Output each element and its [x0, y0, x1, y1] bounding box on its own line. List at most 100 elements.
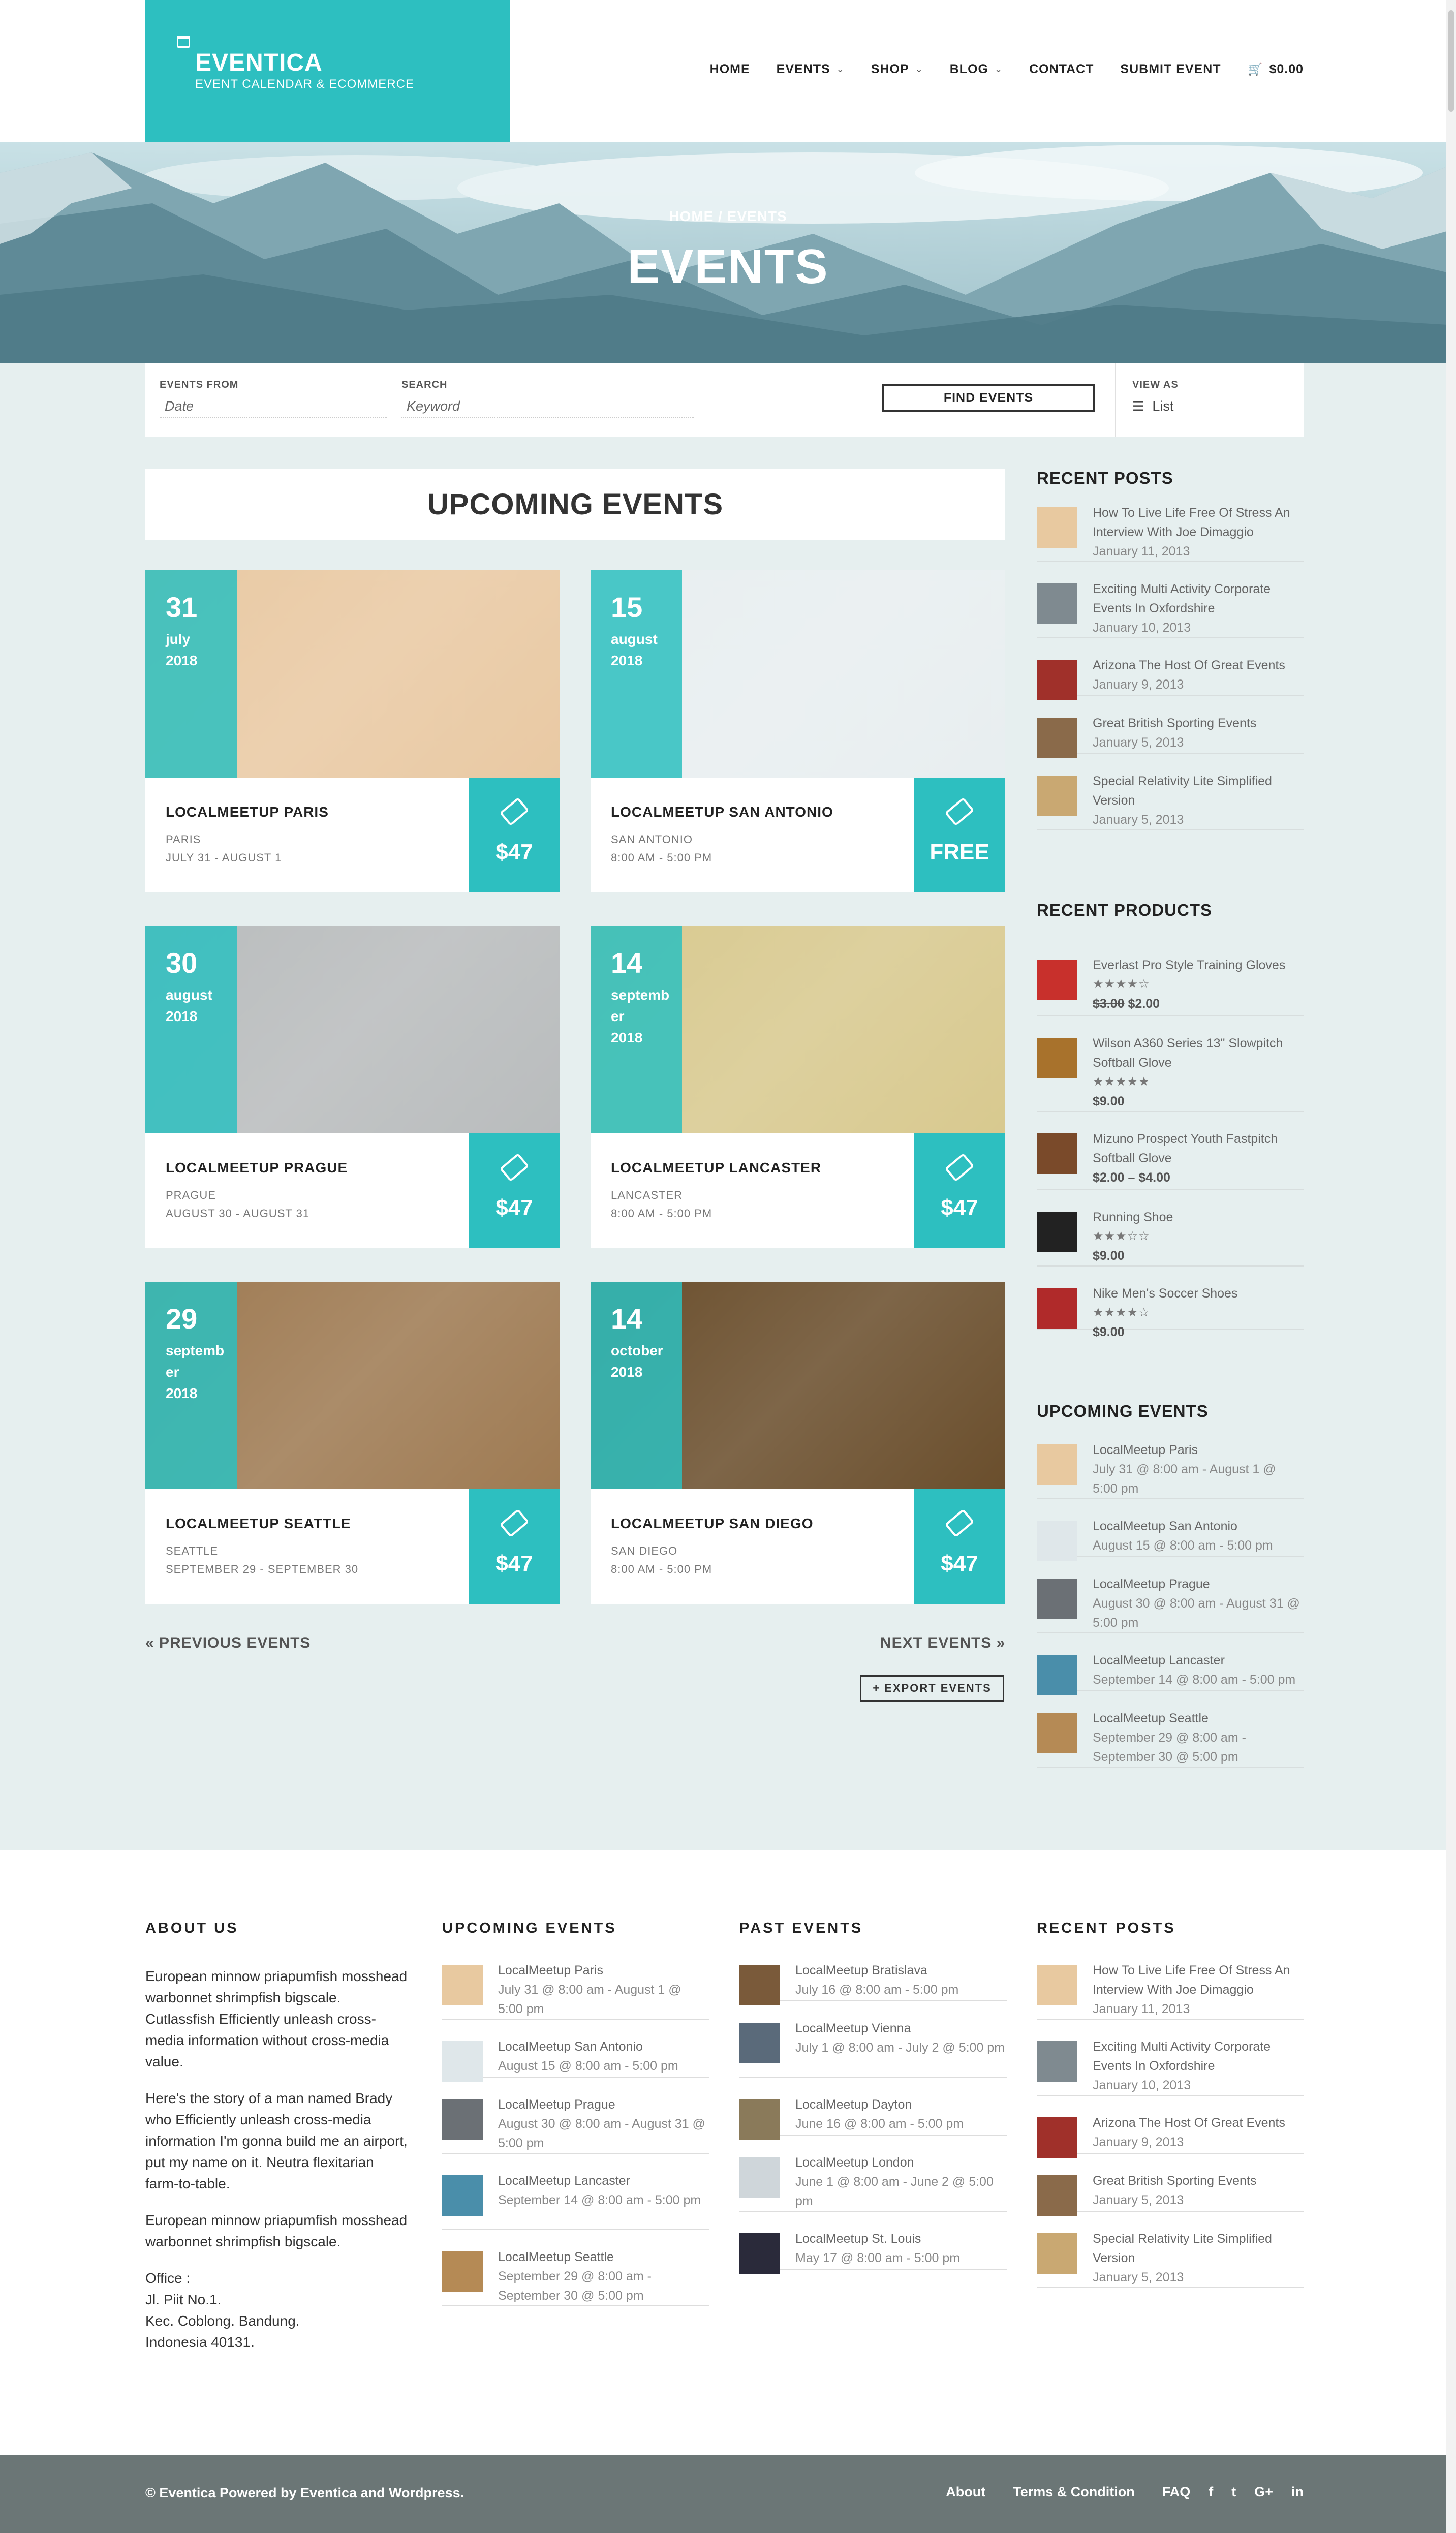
post-title[interactable]: Exciting Multi Activity Corporate Events… [1093, 579, 1304, 618]
post-title[interactable]: Special Relativity Lite Simplified Versi… [1093, 771, 1304, 810]
post-title[interactable]: Arizona The Host Of Great Events [1093, 656, 1304, 675]
event-name[interactable]: LocalMeetup San Antonio [498, 2037, 709, 2056]
event-price-badge[interactable]: $47 [914, 1489, 1005, 1604]
product-thumbnail[interactable] [1037, 1133, 1077, 1174]
footer-post-thumbnail[interactable] [1037, 1965, 1077, 2005]
footer-past-item[interactable]: LocalMeetup Vienna July 1 @ 8:00 am - Jul… [739, 2019, 1007, 2078]
event-price-badge[interactable]: $47 [469, 1489, 560, 1604]
upcoming-item[interactable]: LocalMeetup Prague August 30 @ 8:00 am - … [1037, 1574, 1304, 1633]
next-events-link[interactable]: NEXT EVENTS » [880, 1634, 1005, 1652]
post-title[interactable]: Special Relativity Lite Simplified Versi… [1093, 2229, 1304, 2268]
product-name[interactable]: Nike Men's Soccer Shoes [1093, 1284, 1304, 1303]
footer-post-item[interactable]: Arizona The Host Of Great Events January … [1037, 2113, 1304, 2158]
upcoming-item[interactable]: LocalMeetup San Antonio August 15 @ 8:00 … [1037, 1517, 1304, 1561]
event-name[interactable]: LocalMeetup Prague [1093, 1574, 1304, 1594]
event-title[interactable]: LOCALMEETUP SEATTLE [166, 1516, 351, 1532]
post-title[interactable]: Exciting Multi Activity Corporate Events… [1093, 2037, 1304, 2076]
nav-item-1[interactable]: EVENTS ⌄ [777, 62, 845, 77]
footer-upcoming-thumbnail[interactable] [442, 2175, 483, 2216]
footer-past-item[interactable]: LocalMeetup London June 1 @ 8:00 am - Jun… [739, 2153, 1007, 2212]
event-title[interactable]: LOCALMEETUP PRAGUE [166, 1160, 348, 1176]
product-name[interactable]: Everlast Pro Style Training Gloves [1093, 955, 1304, 975]
event-name[interactable]: LocalMeetup St. Louis [795, 2229, 1007, 2248]
event-price-badge[interactable]: $47 [914, 1133, 1005, 1248]
event-card[interactable]: 15 august 2018 LOCALMEETUP SAN ANTONIO SAN A… [591, 570, 1005, 892]
upcoming-thumbnail[interactable] [1037, 1579, 1077, 1619]
footer-past-thumbnail[interactable] [739, 2157, 780, 2198]
post-title[interactable]: Arizona The Host Of Great Events [1093, 2113, 1304, 2133]
event-title[interactable]: LOCALMEETUP SAN DIEGO [611, 1516, 814, 1532]
google-plus-icon[interactable]: G+ [1254, 2484, 1273, 2500]
footer-past-item[interactable]: LocalMeetup Bratislava July 16 @ 8:00 am … [739, 1961, 1007, 2005]
facebook-icon[interactable]: f [1209, 2484, 1213, 2500]
product-thumbnail[interactable] [1037, 1038, 1077, 1078]
event-name[interactable]: LocalMeetup Seattle [1093, 1709, 1304, 1728]
event-price-badge[interactable]: $47 [469, 1133, 560, 1248]
event-name[interactable]: LocalMeetup Paris [1093, 1440, 1304, 1460]
product-item[interactable]: Wilson A360 Series 13" Slowpitch Softbal… [1037, 1034, 1304, 1112]
footer-post-thumbnail[interactable] [1037, 2233, 1077, 2274]
event-name[interactable]: LocalMeetup Lancaster [1093, 1651, 1304, 1670]
footer-post-item[interactable]: Great British Sporting Events January 5, … [1037, 2171, 1304, 2216]
footer-past-thumbnail[interactable] [739, 2023, 780, 2063]
event-name[interactable]: LocalMeetup Lancaster [498, 2171, 709, 2190]
event-title[interactable]: LOCALMEETUP PARIS [166, 804, 329, 820]
footer-past-thumbnail[interactable] [739, 2099, 780, 2140]
product-thumbnail[interactable] [1037, 1212, 1077, 1252]
footer-past-thumbnail[interactable] [739, 1965, 780, 2005]
product-item[interactable]: Nike Men's Soccer Shoes ★★★★☆ $9.00 [1037, 1284, 1304, 1339]
event-card[interactable]: 14 october 2018 LOCALMEETUP SAN DIEGO SAN DI… [591, 1282, 1005, 1604]
post-item[interactable]: Great British Sporting Events January 5, … [1037, 714, 1304, 758]
post-item[interactable]: How To Live Life Free Of Stress An Inter… [1037, 503, 1304, 562]
post-item[interactable]: Arizona The Host Of Great Events January … [1037, 656, 1304, 700]
nav-item-2[interactable]: SHOP ⌄ [871, 62, 923, 77]
scrollbar[interactable] [1446, 0, 1456, 2533]
event-name[interactable]: LocalMeetup San Antonio [1093, 1517, 1304, 1536]
footer-past-item[interactable]: LocalMeetup St. Louis May 17 @ 8:00 am - … [739, 2229, 1007, 2274]
twitter-icon[interactable]: t [1231, 2484, 1236, 2500]
footer-upcoming-thumbnail[interactable] [442, 2041, 483, 2082]
footer-link-0[interactable]: About [946, 2484, 985, 2500]
footer-upcoming-thumbnail[interactable] [442, 1965, 483, 2005]
footer-post-item[interactable]: How To Live Life Free Of Stress An Inter… [1037, 1961, 1304, 2020]
event-card[interactable]: 14 september 2018 LOCALMEETUP LANCASTER LANC… [591, 926, 1005, 1248]
scrollbar-thumb[interactable] [1448, 10, 1454, 112]
post-thumbnail[interactable] [1037, 718, 1077, 758]
post-item[interactable]: Exciting Multi Activity Corporate Events… [1037, 579, 1304, 638]
event-title[interactable]: LOCALMEETUP LANCASTER [611, 1160, 821, 1176]
footer-upcoming-item[interactable]: LocalMeetup Paris July 31 @ 8:00 am - Aug… [442, 1961, 709, 2020]
upcoming-item[interactable]: LocalMeetup Lancaster September 14 @ 8:00… [1037, 1651, 1304, 1695]
post-title[interactable]: How To Live Life Free Of Stress An Inter… [1093, 503, 1304, 542]
previous-events-link[interactable]: « PREVIOUS EVENTS [145, 1634, 311, 1652]
footer-upcoming-thumbnail[interactable] [442, 2099, 483, 2140]
footer-link-1[interactable]: Terms & Condition [1013, 2484, 1135, 2500]
footer-upcoming-item[interactable]: LocalMeetup San Antonio August 15 @ 8:00 … [442, 2037, 709, 2082]
footer-post-thumbnail[interactable] [1037, 2117, 1077, 2158]
footer-link-2[interactable]: FAQ [1162, 2484, 1191, 2500]
footer-past-item[interactable]: LocalMeetup Dayton June 16 @ 8:00 am - 5:… [739, 2095, 1007, 2140]
linkedin-icon[interactable]: in [1291, 2484, 1304, 2500]
nav-item-0[interactable]: HOME [710, 62, 750, 77]
product-item[interactable]: Everlast Pro Style Training Gloves ★★★★☆ $… [1037, 955, 1304, 1016]
date-input[interactable]: Date [160, 395, 387, 418]
event-name[interactable]: LocalMeetup Seattle [498, 2247, 709, 2267]
event-title[interactable]: LOCALMEETUP SAN ANTONIO [611, 804, 833, 820]
upcoming-item[interactable]: LocalMeetup Paris July 31 @ 8:00 am - Aug… [1037, 1440, 1304, 1499]
event-name[interactable]: LocalMeetup Prague [498, 2095, 709, 2114]
event-name[interactable]: LocalMeetup Dayton [795, 2095, 1007, 2114]
post-title[interactable]: How To Live Life Free Of Stress An Inter… [1093, 1961, 1304, 1999]
footer-post-thumbnail[interactable] [1037, 2175, 1077, 2216]
footer-upcoming-item[interactable]: LocalMeetup Seattle September 29 @ 8:00 a… [442, 2247, 709, 2306]
post-thumbnail[interactable] [1037, 507, 1077, 548]
product-name[interactable]: Running Shoe [1093, 1208, 1304, 1227]
event-name[interactable]: LocalMeetup London [795, 2153, 1007, 2172]
post-title[interactable]: Great British Sporting Events [1093, 2171, 1304, 2190]
event-card[interactable]: 29 september 2018 LOCALMEETUP SEATTLE SEATTL… [145, 1282, 560, 1604]
footer-upcoming-thumbnail[interactable] [442, 2251, 483, 2292]
footer-past-thumbnail[interactable] [739, 2233, 780, 2274]
footer-upcoming-item[interactable]: LocalMeetup Lancaster September 14 @ 8:00… [442, 2171, 709, 2230]
post-thumbnail[interactable] [1037, 660, 1077, 700]
product-item[interactable]: Running Shoe ★★★☆☆ $9.00 [1037, 1208, 1304, 1266]
post-title[interactable]: Great British Sporting Events [1093, 714, 1304, 733]
event-price-badge[interactable]: $47 [469, 778, 560, 892]
